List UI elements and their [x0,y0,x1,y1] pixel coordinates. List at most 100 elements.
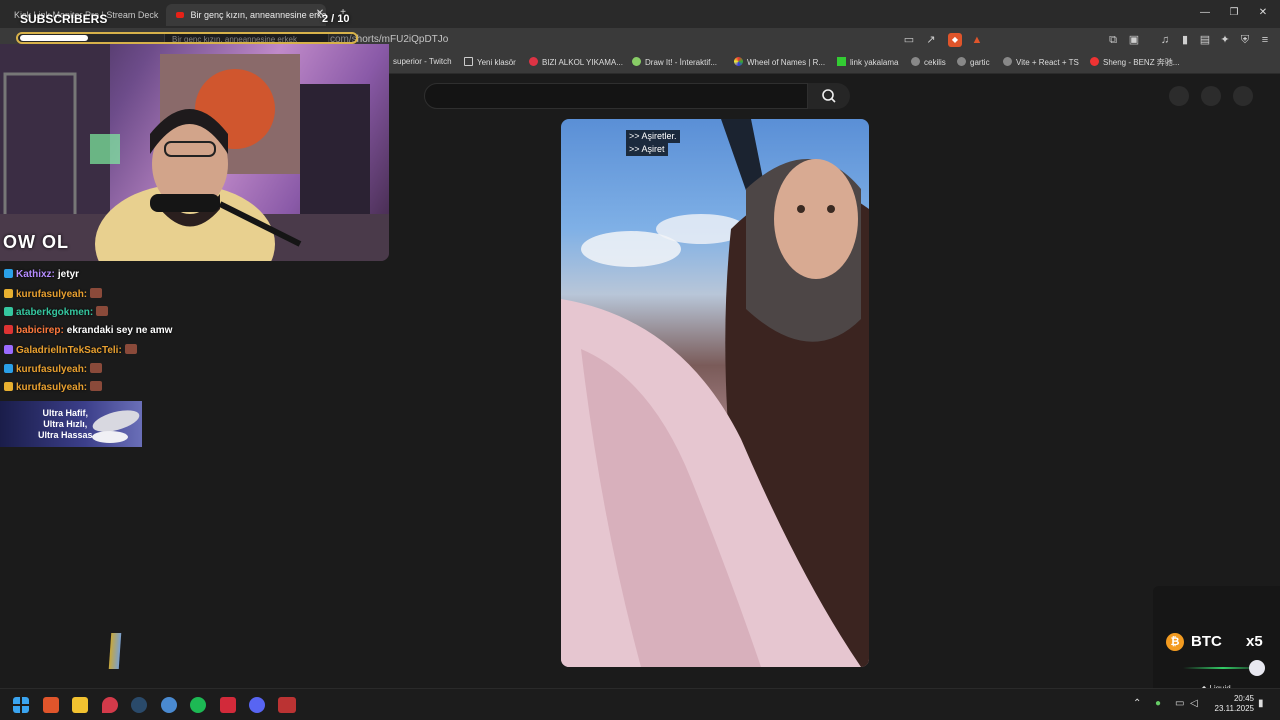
create-icon[interactable] [1169,86,1189,106]
subscribers-progress-fill [20,35,88,41]
steam-icon[interactable] [131,697,147,713]
globe-icon [911,57,920,66]
pencil-icon [632,57,641,66]
maximize-icon[interactable]: ❐ [1227,6,1241,20]
chat-message: kurufasulyeah: [4,287,103,300]
globe-icon [957,57,966,66]
minimize-icon[interactable]: — [1198,6,1212,20]
wheel-icon [734,57,743,66]
video-frame [561,119,869,667]
discord-icon[interactable] [249,697,265,713]
sidebar-icon[interactable]: ▮ [1178,33,1192,47]
notification-bell-icon[interactable]: ▮ [1258,698,1264,709]
notifications-icon[interactable] [1201,86,1221,106]
microphone-icon[interactable]: ● [1155,698,1161,709]
avatar[interactable] [1233,86,1253,106]
clock-date: 23.11.2025 [1214,704,1254,713]
chat-text: ekrandaki sey ne amw [66,325,173,337]
search-icon [822,89,836,103]
file-explorer-icon[interactable] [72,697,88,713]
badge-icon [4,325,13,335]
chat-username: kurufasulyeah: [16,363,88,375]
badge-icon [4,288,13,298]
brave-rewards-icon[interactable]: ▲ [970,33,984,47]
bookmark-superior-twitch[interactable]: superior - Twitch [393,57,452,66]
emote-icon [96,306,109,317]
webcam-scene [0,44,389,261]
bookmark-vite[interactable]: Vite + React + TS [1003,57,1079,67]
menu-icon[interactable]: ≡ [1258,33,1272,47]
badge-icon [4,382,13,392]
emote-icon [124,343,137,354]
badge-icon [4,307,13,317]
bookmark-alkol[interactable]: BIZI ALKOL YIKAMA... [529,57,623,67]
leo-ai-icon[interactable]: ✦ [1218,33,1232,47]
bookmark-link-yakalama[interactable]: link yakalama [837,57,898,67]
btc-slider-knob [1249,660,1265,676]
chat-text: jetyr [57,269,80,280]
bookmark-sheng[interactable]: Sheng - BENZ 奔驰... [1090,57,1179,68]
bookmark-yeni-klasor[interactable]: Yeni klasör [464,57,516,67]
app-thumbnail-icon[interactable] [278,697,296,713]
cast-icon[interactable]: ▭ [902,33,916,47]
tab-youtube[interactable]: Bir genç kızın, anneannesine erkek... [166,4,326,26]
badge-icon [4,269,13,278]
bookmark-wheel-of-names[interactable]: Wheel of Names | R... [734,57,825,67]
chat-username: kurufasulyeah: [16,288,88,300]
chevron-up-icon[interactable]: ⌃ [1133,698,1141,709]
webcam-logo: OW OL [3,232,69,252]
taskbar-clock[interactable]: 20:45 23.11.2025 [1210,694,1254,714]
chat-message: GaladrielInTekSacTeli: [4,343,137,356]
search-input[interactable] [424,83,808,109]
chat-message: kurufasulyeah: [4,381,103,394]
emote-icon [90,362,103,373]
music-icon[interactable]: ♫ [1158,33,1172,47]
screenshot-icon[interactable]: ▣ [1127,33,1141,47]
brave-browser-icon[interactable] [43,697,59,713]
vpn-icon[interactable]: ⛨ [1238,33,1252,47]
site-icon [529,57,538,66]
bookmark-cekilis[interactable]: cekilis [911,57,946,67]
mouse-ad-banner: Ultra Hafif, Ultra Hızlı, Ultra Hassas [0,401,142,447]
btc-multiplier: x5 [1246,633,1263,650]
chat-message: kurufasulyeah: [4,362,103,375]
bookmark-draw-it[interactable]: Draw It! - İnteraktif... [632,57,717,67]
chat-message: babicirep: ekrandaki sey ne amw [4,325,172,336]
mouse-image [92,410,140,443]
extensions-icon[interactable]: ⧉ [1106,33,1120,47]
volume-icon[interactable]: ◁ [1190,698,1198,709]
network-icon[interactable]: ▭ [1175,698,1184,709]
chat-username: Kathixz: [16,269,55,280]
close-window-icon[interactable]: ✕ [1256,6,1270,20]
chat-message: Kathixz: jetyr [4,269,79,280]
youtube-icon [1090,57,1099,66]
wallet-icon[interactable]: ▤ [1198,33,1212,47]
emote-icon [90,381,103,392]
bitcoin-icon: ₿ [1166,633,1184,651]
app-icon[interactable] [161,697,177,713]
video-caption: >> Aşiret [626,143,668,156]
chat-message: ataberkgokmen: [4,306,109,318]
kick-icon [837,57,846,66]
globe-icon [1003,57,1012,66]
app-red-icon[interactable] [220,697,236,713]
bookmark-gartic[interactable]: gartic [957,57,990,67]
clock-time: 20:45 [1233,694,1254,703]
share-icon[interactable]: ↗ [924,33,938,47]
chat-username: babicirep: [16,325,64,337]
chat-username: kurufasulyeah: [16,382,88,394]
windows-start-icon[interactable] [13,697,29,713]
shorts-video-player[interactable]: >> Aşiretler. >> Aşiret [561,119,869,667]
video-caption: >> Aşiretler. [626,130,680,143]
emote-icon [90,287,103,298]
windows-taskbar: ⌃ ● ▭ ◁ 20:45 23.11.2025 ▮ [0,688,1280,720]
btc-ticker: BTC [1191,633,1222,650]
maps-pin-icon[interactable] [102,697,118,713]
subscribers-progress-bar [16,32,358,44]
spotify-icon[interactable] [190,697,206,713]
brave-shield-icon[interactable]: ◆ [948,33,962,47]
badge-icon [4,363,13,373]
chat-username: GaladrielInTekSacTeli: [16,344,122,356]
search-button[interactable] [808,83,850,109]
folder-icon [464,57,473,66]
